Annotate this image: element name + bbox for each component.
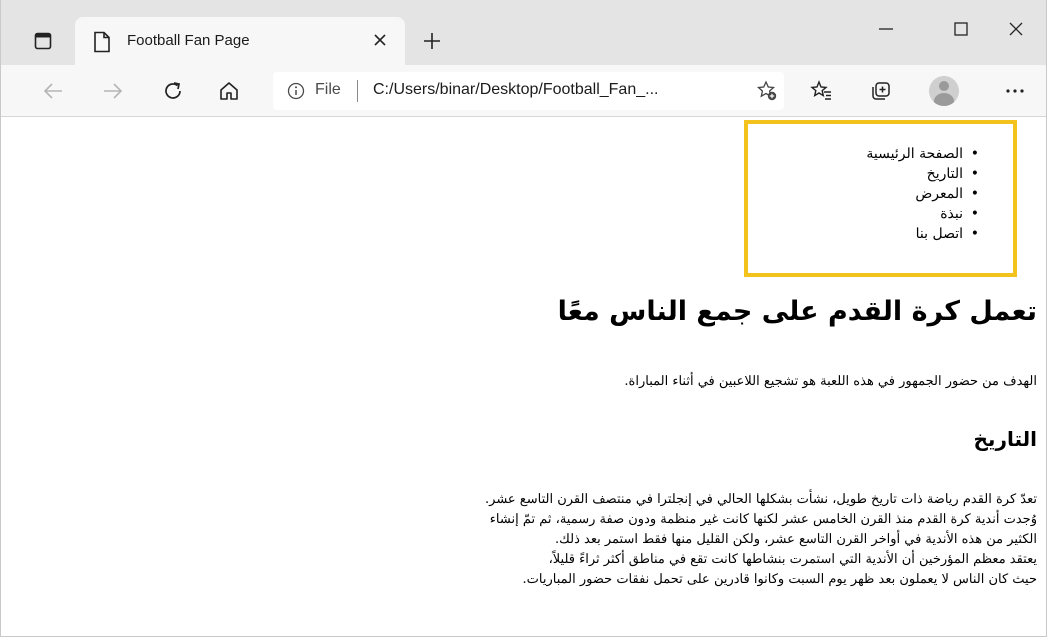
more-icon[interactable]: [1001, 77, 1029, 105]
nav-list: الصفحة الرئيسية التاريخ المعرض نبذة اتصل…: [866, 144, 979, 244]
refresh-icon[interactable]: [159, 77, 187, 105]
profile-avatar[interactable]: [929, 76, 959, 106]
browser-window: Football Fan Page File C:/Users/binar/De…: [0, 0, 1047, 637]
nav-highlight-box: الصفحة الرئيسية التاريخ المعرض نبذة اتصل…: [744, 120, 1017, 277]
home-icon[interactable]: [215, 77, 243, 105]
history-line: يعتقد معظم المؤرخين أن الأندية التي استم…: [548, 552, 1037, 567]
web-page: الصفحة الرئيسية التاريخ المعرض نبذة اتصل…: [2, 118, 1045, 636]
address-url[interactable]: C:/Users/binar/Desktop/Football_Fan_...: [373, 81, 713, 99]
history-paragraph: تعدّ كرة القدم رياضة ذات تاريخ طويل، نشأ…: [485, 490, 1037, 590]
history-line: وُجدت أندية كرة القدم منذ القرن الخامس ع…: [489, 512, 1037, 527]
nav-item-about[interactable]: نبذة: [866, 204, 979, 224]
tab-actions-icon[interactable]: [29, 27, 57, 55]
history-line: الكثير من هذه الأندية في أواخر القرن الت…: [555, 532, 1037, 547]
history-line: حيث كان الناس لا يعملون بعد ظهر يوم السب…: [522, 572, 1037, 587]
nav-item-home[interactable]: الصفحة الرئيسية: [866, 144, 979, 164]
add-favorite-icon[interactable]: [756, 80, 778, 102]
tab-title: Football Fan Page: [127, 32, 250, 49]
browser-toolbar: File C:/Users/binar/Desktop/Football_Fan…: [1, 65, 1046, 117]
window-close-icon[interactable]: [1001, 14, 1031, 44]
address-bar[interactable]: File C:/Users/binar/Desktop/Football_Fan…: [273, 72, 784, 110]
favorites-icon[interactable]: [807, 77, 835, 105]
intro-paragraph: الهدف من حضور الجمهور في هذه اللعبة هو ت…: [624, 374, 1037, 389]
collections-icon[interactable]: [867, 77, 895, 105]
history-heading: التاريخ: [973, 427, 1037, 451]
nav-item-gallery[interactable]: المعرض: [866, 184, 979, 204]
forward-arrow-icon[interactable]: [99, 77, 127, 105]
close-icon[interactable]: [369, 29, 391, 51]
address-separator: [357, 80, 358, 102]
minimize-icon[interactable]: [871, 14, 901, 44]
back-arrow-icon[interactable]: [39, 77, 67, 105]
browser-tab[interactable]: Football Fan Page: [75, 17, 405, 65]
address-scheme: File: [315, 81, 341, 98]
maximize-icon[interactable]: [946, 14, 976, 44]
history-line: تعدّ كرة القدم رياضة ذات تاريخ طويل، نشأ…: [485, 492, 1037, 507]
document-icon: [93, 31, 113, 53]
page-title: تعمل كرة القدم على جمع الناس معًا: [557, 296, 1037, 327]
plus-icon[interactable]: [419, 28, 445, 54]
nav-item-contact[interactable]: اتصل بنا: [866, 224, 979, 244]
info-icon[interactable]: [287, 82, 305, 100]
tab-bar: Football Fan Page: [1, 0, 1046, 65]
nav-item-history[interactable]: التاريخ: [866, 164, 979, 184]
